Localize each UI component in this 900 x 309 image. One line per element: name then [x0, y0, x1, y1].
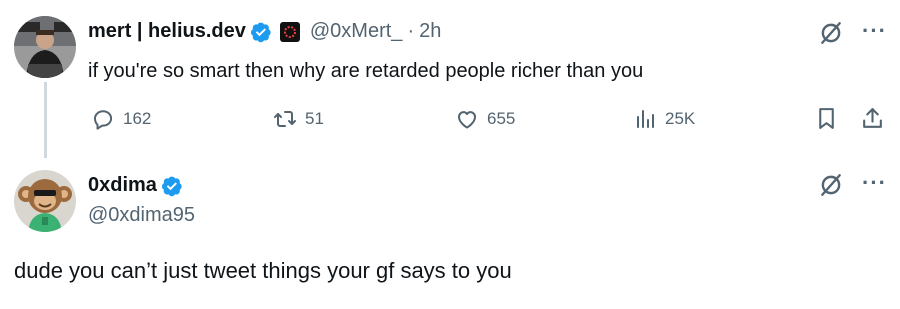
tweet-time[interactable]: 2h: [419, 20, 441, 43]
author-name[interactable]: mert | helius.dev: [88, 20, 246, 43]
views-count: 25K: [665, 109, 696, 128]
repost-button[interactable]: 51: [273, 107, 324, 131]
repost-count: 51: [305, 109, 324, 128]
avatar-mert[interactable]: [14, 16, 76, 78]
views-button[interactable]: 25K: [633, 107, 695, 131]
verified-badge-icon: [161, 176, 182, 196]
reply-icon: [94, 110, 113, 130]
share-icon[interactable]: [860, 106, 885, 131]
bookmark-icon[interactable]: [814, 106, 839, 131]
heart-icon: [458, 111, 476, 129]
reply-count: 162: [123, 109, 152, 128]
verified-badge-icon: [250, 22, 271, 42]
grok-icon[interactable]: [818, 172, 844, 198]
author-name[interactable]: 0xdima: [88, 174, 157, 197]
thread-line: [44, 82, 47, 158]
author-handle[interactable]: @0xdima95: [88, 204, 195, 227]
like-button[interactable]: 655: [455, 107, 515, 131]
author-handle[interactable]: @0xMert_: [310, 20, 403, 43]
grok-icon[interactable]: [818, 20, 844, 46]
views-icon: [637, 110, 654, 128]
reply-button[interactable]: 162: [91, 107, 151, 131]
tweet-text: if you're so smart then why are retarded…: [88, 60, 644, 82]
separator-dot: ·: [407, 20, 415, 42]
like-count: 655: [487, 109, 516, 128]
more-icon[interactable]: ···: [862, 172, 887, 194]
repost-icon: [274, 111, 296, 127]
more-icon[interactable]: ···: [862, 20, 887, 42]
tweet2-header: 0xdima: [88, 174, 183, 197]
tweet-text: dude you can’t just tweet things your gf…: [14, 258, 512, 283]
avatar-0xdima[interactable]: [14, 170, 76, 232]
tweet1-header: mert | helius.dev @0xMert_ · 2h: [88, 20, 441, 43]
affiliate-badge-icon[interactable]: [279, 21, 300, 42]
